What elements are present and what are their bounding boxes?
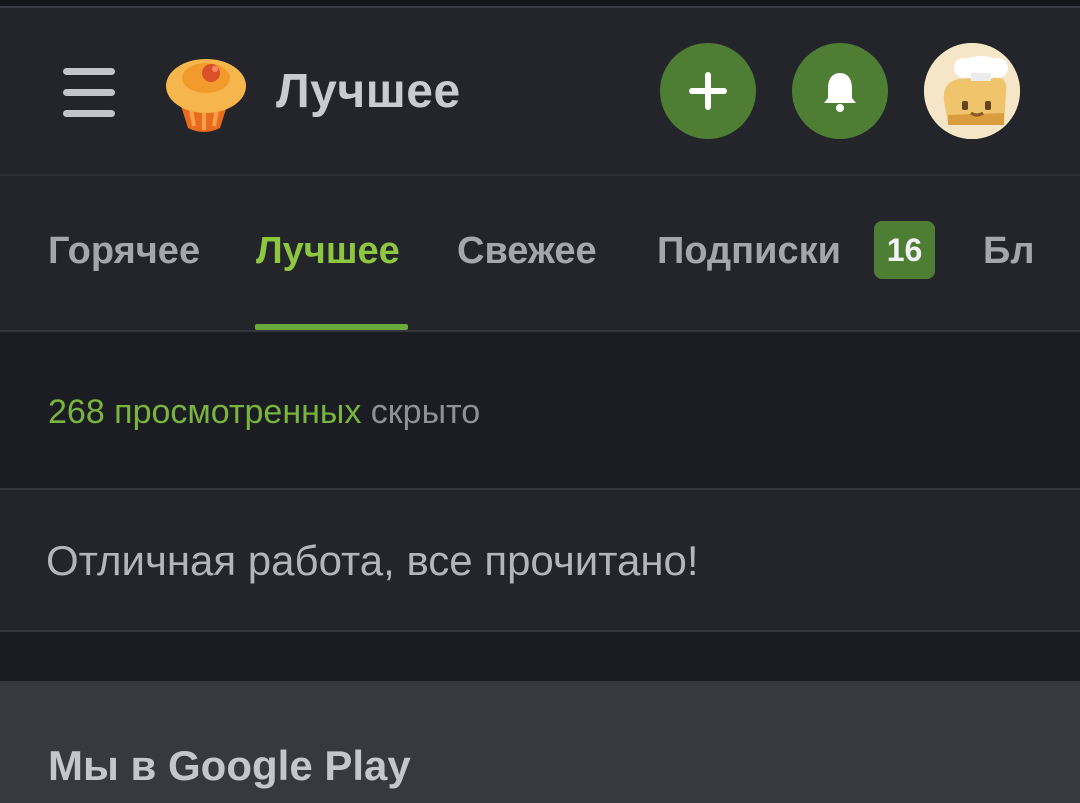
- tab-subscriptions[interactable]: Подписки: [657, 226, 841, 276]
- google-play-title: Мы в Google Play: [48, 742, 411, 789]
- google-play-section: Мы в Google Play: [0, 681, 1080, 803]
- tab-best[interactable]: Лучшее: [256, 226, 400, 276]
- page-title: Лучшее: [276, 65, 461, 118]
- app-screen: Лучшее Горячее Лучшее Свежее Подписки 16…: [0, 0, 1080, 803]
- bell-icon: [824, 73, 856, 112]
- feed-tabs: Горячее Лучшее Свежее Подписки 16 Бл: [0, 176, 1080, 332]
- hidden-suffix: скрыто: [370, 393, 481, 431]
- all-read-message-card: Отличная работа, все прочитано!: [0, 490, 1080, 632]
- add-post-button[interactable]: [660, 43, 756, 139]
- top-app-bar: Лучшее: [0, 8, 1080, 176]
- status-edge: [0, 0, 1080, 8]
- hidden-posts-info: 268 просмотренных скрыто: [0, 332, 1080, 490]
- hidden-count-link[interactable]: 268 просмотренных: [48, 393, 361, 431]
- all-read-message: Отличная работа, все прочитано!: [46, 537, 699, 584]
- user-avatar[interactable]: [924, 43, 1020, 139]
- plus-icon: [689, 72, 727, 110]
- notifications-button[interactable]: [792, 43, 888, 139]
- menu-icon[interactable]: [60, 66, 118, 120]
- avatar-image: [924, 43, 1020, 139]
- hidden-posts-text[interactable]: 268 просмотренных скрыто: [48, 390, 480, 434]
- cupcake-logo-icon[interactable]: [160, 48, 248, 138]
- tab-hot[interactable]: Горячее: [48, 226, 200, 276]
- active-tab-indicator: [255, 324, 408, 330]
- feed-spacer: [0, 632, 1080, 681]
- subscriptions-count-badge: 16: [874, 221, 935, 279]
- tab-partial[interactable]: Бл: [983, 226, 1034, 276]
- tab-fresh[interactable]: Свежее: [457, 226, 597, 276]
